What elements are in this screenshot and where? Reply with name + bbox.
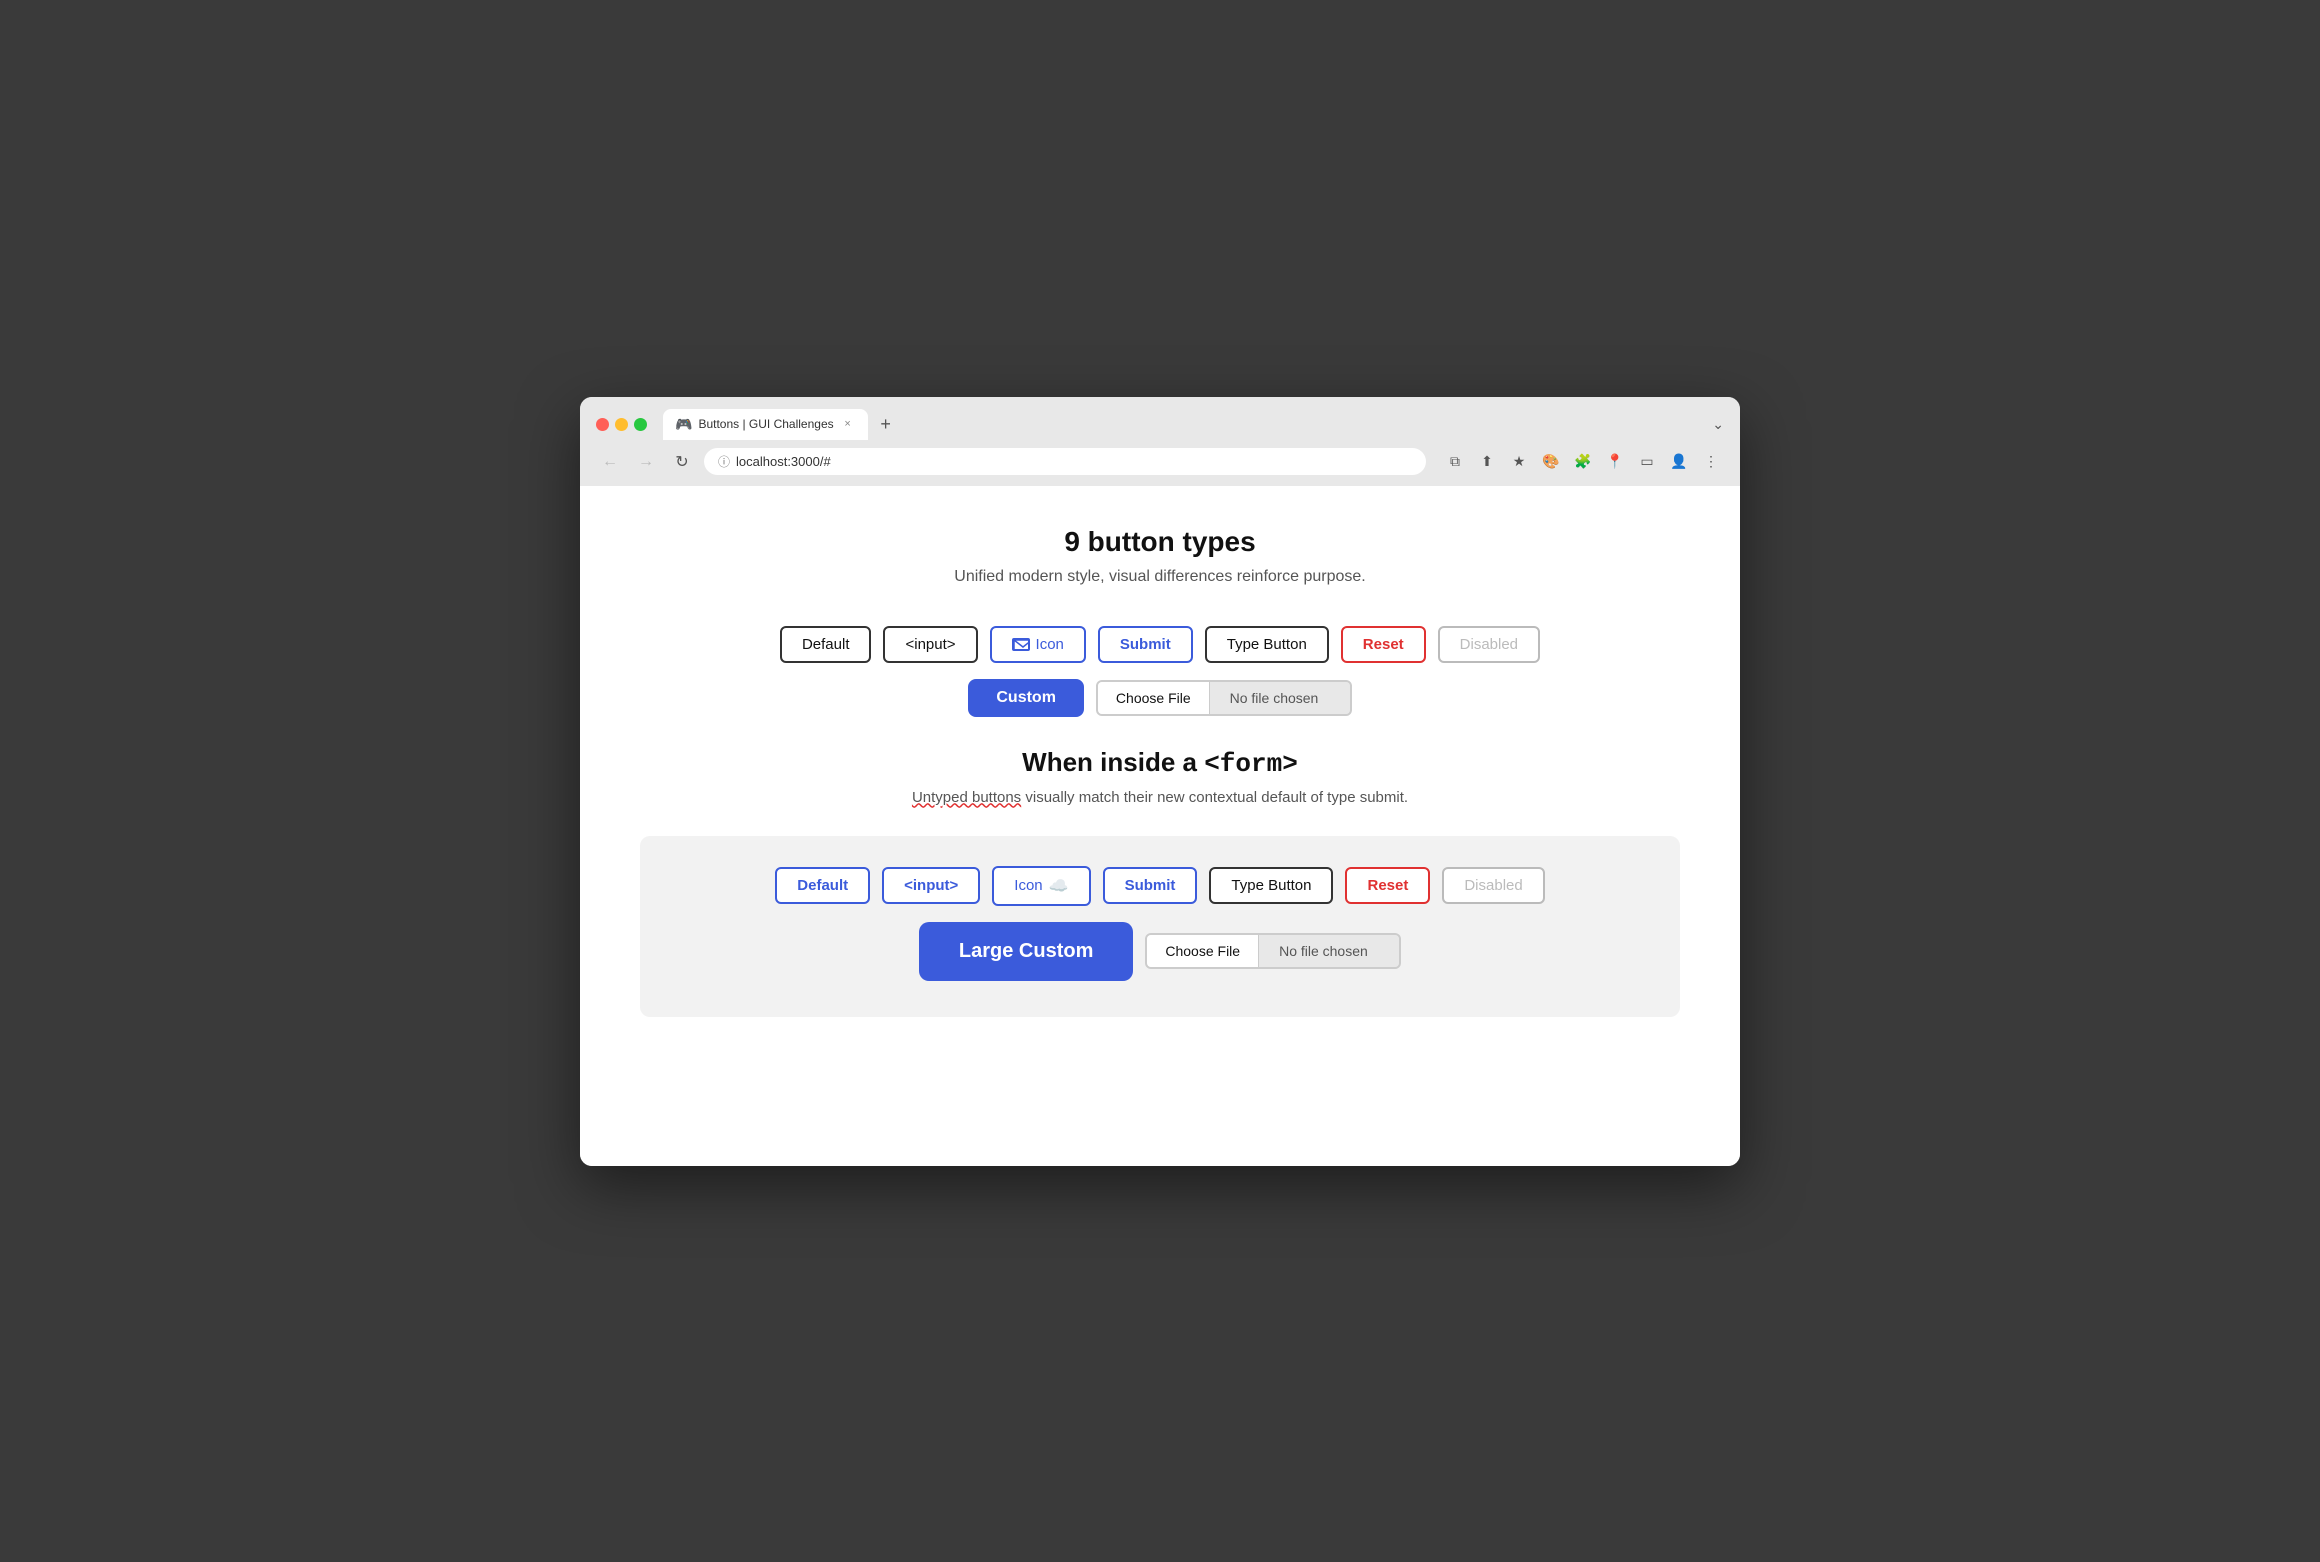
icon-button[interactable]: Icon	[990, 626, 1086, 663]
reset-button[interactable]: Reset	[1341, 626, 1426, 663]
browser-window: 🎮 Buttons | GUI Challenges × + ⌄ ← → ↻ ⓘ…	[580, 397, 1740, 1166]
form-section: Default <input> Icon ☁️ Submit Type Butt…	[640, 836, 1680, 1017]
bookmark-icon[interactable]: ★	[1506, 449, 1532, 475]
pin-icon[interactable]: 📍	[1602, 449, 1628, 475]
subtitle-rest-text: visually match their new contextual defa…	[1021, 789, 1408, 806]
form-input-button[interactable]: <input>	[882, 867, 980, 904]
form-icon-button[interactable]: Icon ☁️	[992, 866, 1090, 906]
window-controls	[596, 418, 647, 431]
forward-button[interactable]: →	[632, 448, 660, 476]
form-type-button-button[interactable]: Type Button	[1209, 867, 1333, 904]
external-link-icon[interactable]: ⧉	[1442, 449, 1468, 475]
choose-file-button[interactable]: Choose File	[1098, 682, 1210, 714]
extension-color-icon[interactable]: 🎨	[1538, 449, 1564, 475]
active-tab[interactable]: 🎮 Buttons | GUI Challenges ×	[663, 409, 868, 440]
tab-title: Buttons | GUI Challenges	[698, 417, 833, 431]
chevron-down-icon[interactable]: ⌄	[1712, 416, 1724, 433]
default-button[interactable]: Default	[780, 626, 872, 663]
reload-button[interactable]: ↻	[668, 448, 696, 476]
custom-button[interactable]: Custom	[968, 679, 1084, 717]
input-button[interactable]: <input>	[883, 626, 977, 663]
form-button-row-1: Default <input> Icon ☁️ Submit Type Butt…	[775, 866, 1544, 906]
large-custom-button[interactable]: Large Custom	[919, 922, 1133, 981]
cloud-icon: ☁️	[1049, 876, 1069, 896]
form-submit-button[interactable]: Submit	[1103, 867, 1198, 904]
file-input-wrapper: Choose File No file chosen	[1096, 680, 1352, 716]
type-button-button[interactable]: Type Button	[1205, 626, 1329, 663]
titlebar: 🎮 Buttons | GUI Challenges × + ⌄	[580, 397, 1740, 440]
button-row-1: Default <input> Icon Submit Type Button …	[640, 626, 1680, 663]
page-content: 9 button types Unified modern style, vis…	[580, 486, 1740, 1166]
tab-bar: 🎮 Buttons | GUI Challenges × +	[663, 409, 1704, 440]
button-row-2: Custom Choose File No file chosen	[640, 679, 1680, 717]
form-section-subtitle: Untyped buttons visually match their new…	[640, 789, 1680, 806]
address-bar[interactable]: ⓘ localhost:3000/#	[704, 448, 1426, 475]
share-icon[interactable]: ⬆	[1474, 449, 1500, 475]
form-reset-button[interactable]: Reset	[1345, 867, 1430, 904]
no-file-chosen-text: No file chosen	[1210, 682, 1350, 714]
minimize-button[interactable]	[615, 418, 628, 431]
url-display: localhost:3000/#	[736, 454, 831, 469]
profile-icon[interactable]: 👤	[1666, 449, 1692, 475]
form-no-file-chosen-text: No file chosen	[1259, 935, 1399, 967]
form-icon-button-label: Icon	[1014, 877, 1042, 894]
close-button[interactable]	[596, 418, 609, 431]
icon-button-label: Icon	[1036, 636, 1064, 653]
menu-icon[interactable]: ⋮	[1698, 449, 1724, 475]
sidebar-icon[interactable]: ▭	[1634, 449, 1660, 475]
form-disabled-button: Disabled	[1442, 867, 1544, 904]
security-info-icon: ⓘ	[718, 453, 730, 470]
extensions-icon[interactable]: 🧩	[1570, 449, 1596, 475]
form-button-row-2: Large Custom Choose File No file chosen	[919, 922, 1401, 981]
form-section-title: When inside a <form>	[640, 747, 1680, 779]
form-file-input-wrapper: Choose File No file chosen	[1145, 933, 1401, 969]
page-title: 9 button types	[640, 526, 1680, 558]
untyped-buttons-text: Untyped buttons	[912, 789, 1021, 806]
tab-favicon-icon: 🎮	[675, 416, 692, 433]
address-bar-row: ← → ↻ ⓘ localhost:3000/# ⧉ ⬆ ★ 🎨 🧩 📍 ▭ 👤…	[580, 440, 1740, 486]
page-subtitle: Unified modern style, visual differences…	[640, 568, 1680, 586]
envelope-icon	[1012, 638, 1030, 651]
submit-button[interactable]: Submit	[1098, 626, 1193, 663]
tab-close-icon[interactable]: ×	[840, 416, 856, 432]
browser-toolbar-right: ⧉ ⬆ ★ 🎨 🧩 📍 ▭ 👤 ⋮	[1442, 449, 1724, 475]
maximize-button[interactable]	[634, 418, 647, 431]
form-default-button[interactable]: Default	[775, 867, 870, 904]
new-tab-button[interactable]: +	[872, 410, 900, 438]
form-choose-file-button[interactable]: Choose File	[1147, 935, 1259, 967]
disabled-button: Disabled	[1438, 626, 1540, 663]
back-button[interactable]: ←	[596, 448, 624, 476]
